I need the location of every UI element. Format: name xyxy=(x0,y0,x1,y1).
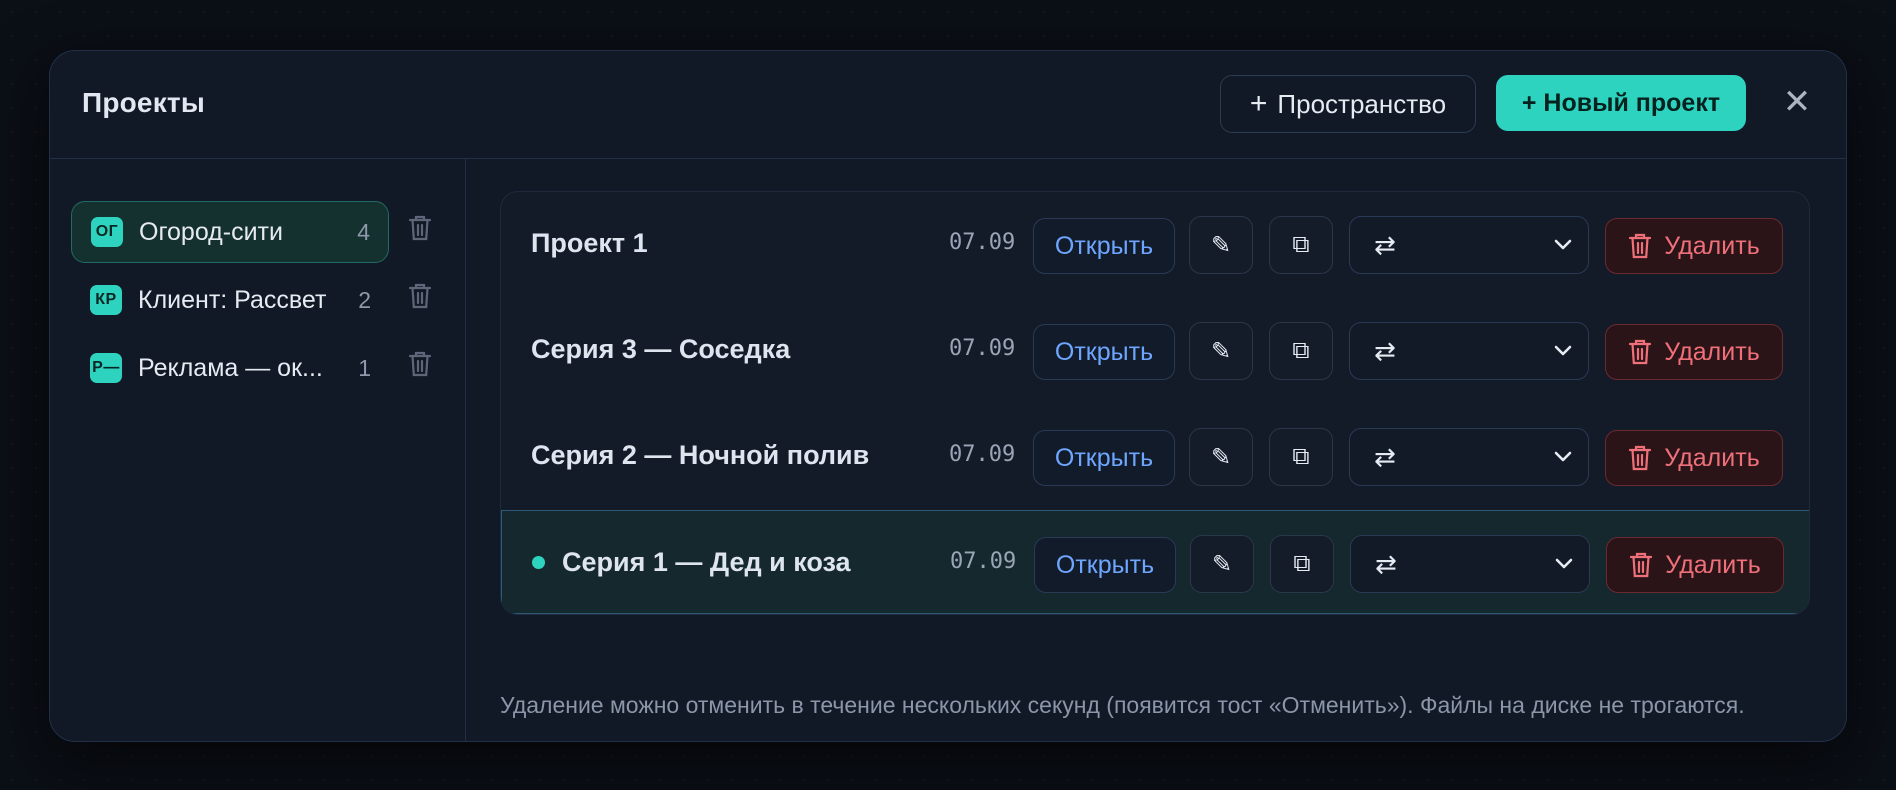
project-date: 07.09 xyxy=(950,549,1017,574)
trash-icon xyxy=(1629,445,1652,471)
workspace-label: Клиент: Рассвет xyxy=(138,285,327,314)
duplicate-icon: ⧉ xyxy=(1293,550,1311,577)
duplicate-button[interactable]: ⧉ xyxy=(1270,535,1334,593)
delete-button[interactable]: Удалить xyxy=(1605,218,1783,274)
edit-button[interactable]: ✎ xyxy=(1189,216,1253,274)
project-date: 07.09 xyxy=(949,442,1016,467)
project-name: Серия 2 — Ночной полив xyxy=(531,440,870,470)
modal-header: Проекты + Пространство + Новый проект ✕ xyxy=(50,51,1846,159)
duplicate-button[interactable]: ⧉ xyxy=(1269,428,1333,486)
open-button[interactable]: Открыть xyxy=(1033,218,1175,274)
project-date: 07.09 xyxy=(949,230,1016,255)
add-space-label: Пространство xyxy=(1277,88,1447,119)
pencil-icon: ✎ xyxy=(1210,337,1232,365)
project-row[interactable]: Проект 1 07.09 Открыть ✎ ⧉ ⇄ Удалить xyxy=(501,192,1809,296)
move-select[interactable]: ⇄ xyxy=(1349,428,1589,486)
workspace-item-reklama[interactable]: Р— Реклама — ок... 1 xyxy=(71,337,389,399)
add-space-button[interactable]: + Пространство xyxy=(1220,75,1476,133)
workspace-badge: ОГ xyxy=(91,217,123,247)
new-project-button[interactable]: + Новый проект xyxy=(1496,75,1746,131)
workspace-item-klient[interactable]: КР Клиент: Рассвет 2 xyxy=(71,269,389,331)
swap-icon: ⇄ xyxy=(1375,549,1397,579)
delete-label: Удалить xyxy=(1664,231,1760,260)
projects-panel: Проект 1 07.09 Открыть ✎ ⧉ ⇄ Удалить Сер… xyxy=(466,159,1846,741)
delete-button[interactable]: Удалить xyxy=(1605,324,1783,380)
projects-modal: Проекты + Пространство + Новый проект ✕ … xyxy=(49,50,1847,742)
project-row[interactable]: Серия 3 — Соседка 07.09 Открыть ✎ ⧉ ⇄ Уд… xyxy=(501,298,1809,402)
edit-button[interactable]: ✎ xyxy=(1189,322,1253,380)
move-select[interactable]: ⇄ xyxy=(1349,216,1589,274)
chevron-down-icon xyxy=(1554,345,1572,356)
close-icon[interactable]: ✕ xyxy=(1776,81,1818,123)
edit-button[interactable]: ✎ xyxy=(1189,428,1253,486)
trash-icon xyxy=(1630,552,1653,578)
swap-icon: ⇄ xyxy=(1374,336,1396,366)
duplicate-button[interactable]: ⧉ xyxy=(1269,322,1333,380)
project-date: 07.09 xyxy=(949,336,1016,361)
workspace-count: 1 xyxy=(358,354,371,381)
project-row[interactable]: Серия 2 — Ночной полив 07.09 Открыть ✎ ⧉… xyxy=(501,404,1809,508)
modal-title: Проекты xyxy=(82,87,205,118)
trash-icon xyxy=(1629,233,1652,259)
plus-icon: + xyxy=(1249,87,1268,120)
active-dot xyxy=(532,556,545,569)
open-button[interactable]: Открыть xyxy=(1033,324,1175,380)
delete-button[interactable]: Удалить xyxy=(1605,430,1783,486)
delete-label: Удалить xyxy=(1665,550,1761,579)
duplicate-button[interactable]: ⧉ xyxy=(1269,216,1333,274)
duplicate-icon: ⧉ xyxy=(1292,443,1310,470)
swap-icon: ⇄ xyxy=(1374,442,1396,472)
workspace-count: 4 xyxy=(357,218,370,245)
pencil-icon: ✎ xyxy=(1210,443,1232,471)
workspace-badge: КР xyxy=(90,285,122,315)
trash-icon[interactable] xyxy=(406,281,434,311)
edit-button[interactable]: ✎ xyxy=(1190,535,1254,593)
pencil-icon: ✎ xyxy=(1211,550,1233,578)
trash-icon[interactable] xyxy=(406,213,434,243)
chevron-down-icon xyxy=(1554,239,1572,250)
delete-label: Удалить xyxy=(1664,337,1760,366)
workspace-label: Реклама — ок... xyxy=(138,353,323,382)
project-name: Серия 3 — Соседка xyxy=(531,334,791,364)
pencil-icon: ✎ xyxy=(1210,231,1232,259)
project-name: Проект 1 xyxy=(531,228,648,258)
delete-hint: Удаление можно отменить в течение нескол… xyxy=(500,692,1745,718)
workspace-count: 2 xyxy=(358,286,371,313)
trash-icon xyxy=(1629,339,1652,365)
open-button[interactable]: Открыть xyxy=(1033,430,1175,486)
duplicate-icon: ⧉ xyxy=(1292,231,1310,258)
delete-label: Удалить xyxy=(1664,443,1760,472)
chevron-down-icon xyxy=(1555,558,1573,569)
project-row-active[interactable]: Серия 1 — Дед и коза 07.09 Открыть ✎ ⧉ ⇄… xyxy=(501,510,1809,614)
workspace-badge: Р— xyxy=(90,353,122,383)
duplicate-icon: ⧉ xyxy=(1292,337,1310,364)
project-name: Серия 1 — Дед и коза xyxy=(562,547,851,577)
workspace-label: Огород-сити xyxy=(139,217,283,246)
swap-icon: ⇄ xyxy=(1374,230,1396,260)
delete-button[interactable]: Удалить xyxy=(1606,537,1784,593)
workspace-sidebar: ОГ Огород-сити 4 КР Клиент: Рассвет 2 Р—… xyxy=(50,159,466,741)
open-button[interactable]: Открыть xyxy=(1034,537,1176,593)
move-select[interactable]: ⇄ xyxy=(1350,535,1590,593)
chevron-down-icon xyxy=(1554,451,1572,462)
projects-list: Проект 1 07.09 Открыть ✎ ⧉ ⇄ Удалить Сер… xyxy=(500,191,1810,615)
workspace-item-ogorod[interactable]: ОГ Огород-сити 4 xyxy=(71,201,389,263)
move-select[interactable]: ⇄ xyxy=(1349,322,1589,380)
trash-icon[interactable] xyxy=(406,349,434,379)
